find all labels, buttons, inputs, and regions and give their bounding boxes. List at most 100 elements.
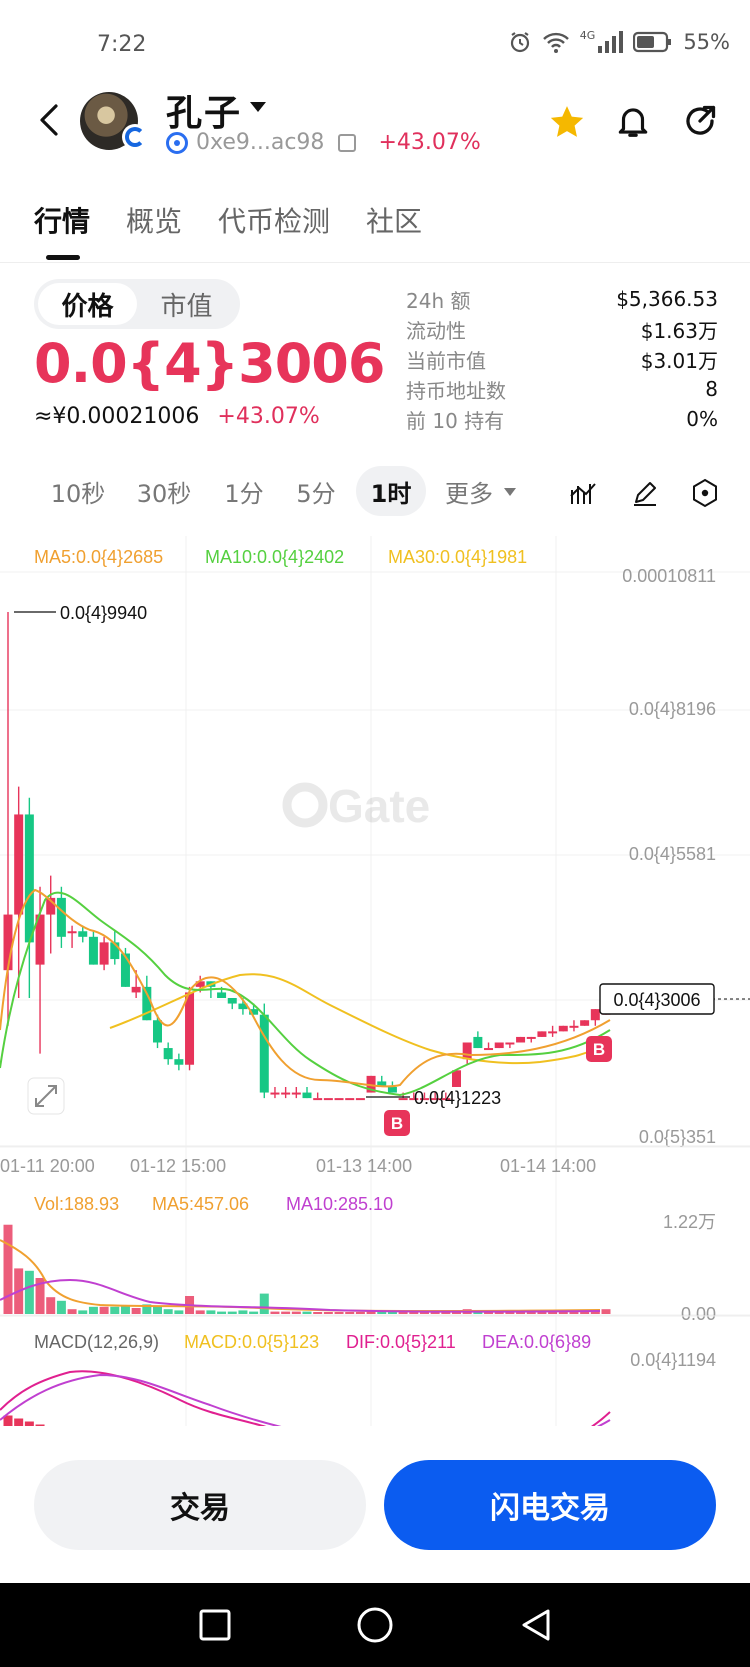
candle-body [131,986,141,993]
grid [0,536,750,1426]
tab-overview[interactable]: 概览 [126,200,182,240]
sub-price-row: ≈¥0.00021006 +43.07% [34,404,320,429]
x-tick: 01-13 14:00 [316,1156,412,1176]
address-row: 0xe9...ac98 +43.07% [166,130,481,155]
candles [3,612,611,1101]
price-axis: 0.00010811 0.0{4}8196 0.0{4}5581 0.0{5}3… [622,566,716,1147]
segment-price[interactable]: 价格 [38,283,137,325]
y-tick: 0.0{5}351 [639,1127,716,1147]
macd-max: 0.0{4}1194 [630,1350,716,1370]
ma5-legend: MA5:0.0{4}2685 [34,547,163,567]
volume-bar [67,1309,77,1314]
volume-bar [99,1306,109,1314]
copy-icon[interactable] [338,133,357,152]
macd-params: MACD(12,26,9) [34,1332,159,1352]
header-change: +43.07% [378,130,481,155]
draw-pen-icon[interactable] [630,478,660,508]
stat-row: 当前市值 $3.01万 [406,344,718,374]
contract-address: 0xe9...ac98 [196,130,325,155]
alarm-icon [510,32,529,53]
tab-community[interactable]: 社区 [366,200,422,240]
candle-body [56,897,66,937]
back-triangle-icon[interactable] [518,1607,554,1643]
ma30-legend: MA30:0.0{4}1981 [388,547,527,567]
volume-bar [249,1311,259,1314]
volume-bar [217,1311,227,1314]
volume-bar [78,1310,88,1314]
y-tick: 0.0{4}5581 [629,844,716,864]
settings-hex-icon[interactable] [690,478,720,508]
ma10-line [0,891,611,1097]
bell-icon[interactable] [614,102,652,140]
candle-body [185,992,195,1065]
dif-line [0,1370,611,1426]
favorite-star-icon[interactable] [548,103,586,141]
candle-body [78,931,88,937]
volume-bar [195,1310,205,1314]
stat-row: 持币地址数 8 [406,374,718,404]
volume-bar [163,1309,173,1314]
timeframe-more[interactable]: 更多 [436,466,502,516]
vol-legend: Vol:188.93 [34,1194,119,1214]
volume-bar [206,1310,216,1314]
candlestick-chart[interactable]: Gate 0.00010811 0.0{4}8196 0.0{4}5581 0.… [0,536,750,1426]
candle-body [516,1036,526,1043]
volume-bar [131,1308,141,1314]
volume-bar [238,1310,248,1314]
candle-body [291,1092,301,1095]
battery-level: 55% [683,30,730,54]
candle-body [462,1042,472,1060]
segment-market-cap[interactable]: 市值 [137,283,236,325]
volume-bar [601,1309,611,1314]
battery-icon [633,31,672,53]
candle-body [153,1020,162,1043]
tab-market[interactable]: 行情 [34,200,90,240]
volume-bar [3,1224,13,1314]
stat-row: 流动性 $1.63万 [406,314,718,344]
macd-bar [35,1424,45,1426]
y-tick: 0.00010811 [622,566,716,586]
candle-body [526,1036,536,1039]
timeframe-5m[interactable]: 5分 [286,466,346,516]
chain-icon [166,131,188,154]
candle-body [558,1025,568,1032]
indicator-icon[interactable] [568,478,598,508]
stat-value: $5,366.53 [616,287,718,311]
flash-trade-button[interactable]: 闪电交易 [384,1460,716,1550]
caret-down-icon[interactable] [250,102,266,112]
tab-token-check[interactable]: 代币检测 [218,200,330,240]
candle-body [227,997,237,1004]
network-type: 4G [579,28,596,42]
x-tick: 01-11 20:00 [0,1156,95,1176]
candle-body [259,1014,269,1093]
watermark-text: Gate [328,780,430,832]
status-bar: 7:22 4G 55% [0,0,750,90]
buy-marker-label: B [593,1040,605,1059]
token-name[interactable]: 孔子 [166,84,242,136]
timeframe-30s[interactable]: 30秒 [126,466,202,516]
home-circle-icon[interactable] [356,1606,394,1644]
trade-button[interactable]: 交易 [34,1460,366,1550]
stat-label: 24h 额 [406,288,471,313]
stat-row: 前 10 持有 0% [406,404,718,434]
candle-body [398,1098,408,1101]
candle-body [281,1092,291,1095]
candle-body [323,1098,333,1101]
x-tick: 01-14 14:00 [500,1156,596,1176]
candle-body [334,1098,344,1101]
macd-bar [24,1421,34,1426]
gate-watermark: Gate [282,780,430,832]
timeframe-1h[interactable]: 1时 [356,466,426,516]
share-icon[interactable] [682,103,718,139]
recents-square-icon[interactable] [198,1608,232,1642]
dea-value: DEA:0.0{6}89 [482,1332,591,1352]
back-arrow-icon[interactable] [30,100,70,140]
timeframe-1m[interactable]: 1分 [214,466,274,516]
timeframe-10s[interactable]: 10秒 [40,466,116,516]
dea-line [0,1373,611,1426]
status-icons: 4G 55% [508,28,730,54]
price-mcap-toggle: 价格 市值 [34,279,240,329]
candle-body [569,1025,579,1028]
vol-min: 0.00 [681,1304,716,1324]
caret-down-icon[interactable] [502,484,518,500]
